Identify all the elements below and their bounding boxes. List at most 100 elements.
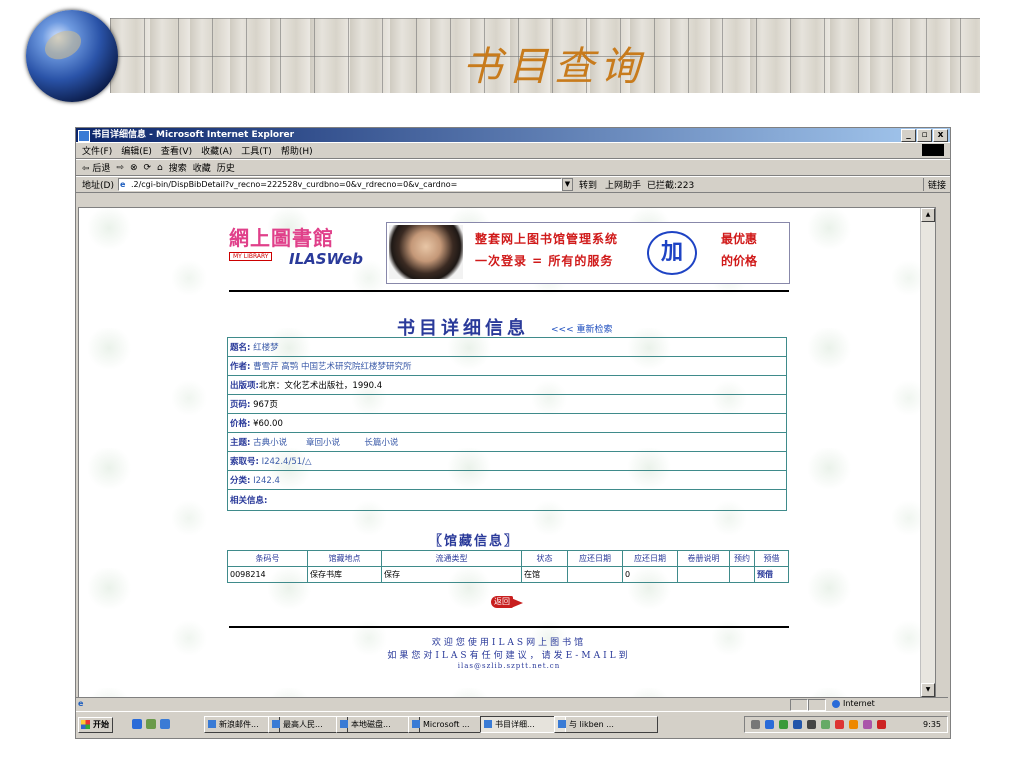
title-label: 题名: bbox=[230, 343, 251, 353]
title-value: 红楼梦 bbox=[253, 343, 279, 353]
start-button[interactable]: 开始 bbox=[78, 717, 113, 733]
menu-edit[interactable]: 编辑(E) bbox=[121, 144, 152, 157]
window-titlebar[interactable]: 书目详细信息 - Microsoft Internet Explorer _ ▫… bbox=[76, 128, 950, 142]
status-cell bbox=[790, 699, 808, 711]
table-row: 分类: I242.4 bbox=[227, 470, 787, 490]
publisher-label: 出版项: bbox=[230, 381, 259, 391]
back-button[interactable]: ⇦ 后退 bbox=[82, 161, 110, 174]
ad-banner[interactable]: 整套网上图书馆管理系统 一次登录 = 所有的服务 加 最优惠 的价格 bbox=[386, 222, 790, 284]
security-zone: Internet bbox=[832, 698, 875, 710]
col-volume-note: 卷册说明 bbox=[677, 550, 730, 567]
tray-app-icon[interactable] bbox=[793, 720, 802, 729]
ad-line1: 整套网上图书馆管理系统 bbox=[475, 232, 619, 246]
holdings-header-row: 条码号 馆藏地点 流通类型 状态 应还日期 应还日期 卷册说明 预约 预借 bbox=[227, 550, 789, 567]
desktop-quicklaunch-icon[interactable] bbox=[160, 719, 170, 729]
subject-1[interactable]: 古典小说 bbox=[253, 438, 287, 448]
cell-due-date-2: 0 bbox=[622, 566, 678, 583]
table-row: 作者: 曹雪芹 高鹗 中国艺术研究院红楼梦研究所 bbox=[227, 356, 787, 376]
menu-view[interactable]: 查看(V) bbox=[161, 144, 192, 157]
volume-icon[interactable] bbox=[751, 720, 760, 729]
status-cell bbox=[808, 699, 826, 711]
col-preborrow: 预借 bbox=[754, 550, 789, 567]
address-input[interactable]: .2/cgi-bin/DispBibDetail?v_recno=222528v… bbox=[117, 178, 562, 191]
divider-bottom bbox=[229, 626, 789, 628]
return-label: 返回 bbox=[491, 596, 513, 608]
tray-app-icon[interactable] bbox=[779, 720, 788, 729]
address-label: 地址(D) bbox=[82, 181, 114, 191]
slide-banner: 书目查询 bbox=[0, 0, 1024, 110]
col-circulation-type: 流通类型 bbox=[381, 550, 522, 567]
col-due-date-2: 应还日期 bbox=[622, 550, 678, 567]
menu-file[interactable]: 文件(F) bbox=[82, 144, 112, 157]
menu-tools[interactable]: 工具(T) bbox=[241, 144, 272, 157]
address-dropdown-icon[interactable]: ▼ bbox=[561, 178, 573, 191]
menu-help[interactable]: 帮助(H) bbox=[281, 144, 313, 157]
re-search-link[interactable]: <<< 重新检索 bbox=[551, 322, 612, 335]
page-content: ▲ ▼ 網上圖書館 MY LIBRARY ILASWeb 整套网上图书馆管理系统… bbox=[78, 207, 936, 698]
cell-volume-note bbox=[677, 566, 730, 583]
clock: 9:35 bbox=[923, 720, 941, 729]
popup-blocked-counter[interactable]: 已拦截:223 bbox=[647, 178, 694, 191]
divider-top bbox=[229, 290, 789, 292]
subject-2[interactable]: 章回小说 bbox=[306, 438, 340, 448]
taskbar-likben-chat[interactable]: 与 likben ... bbox=[554, 716, 658, 733]
cell-status: 在馆 bbox=[521, 566, 568, 583]
author-value[interactable]: 曹雪芹 高鹗 中国艺术研究院红楼梦研究所 bbox=[253, 362, 411, 372]
col-due-date: 应还日期 bbox=[567, 550, 623, 567]
library-logo[interactable]: 網上圖書館 MY LIBRARY ILASWeb bbox=[229, 222, 363, 278]
class-label: 分类: bbox=[230, 476, 251, 486]
holdings-title: 〖馆藏信息〗 bbox=[429, 534, 520, 549]
logo-ilasweb: ILASWeb bbox=[289, 250, 364, 268]
book-info-table: 题名: 红楼梦 作者: 曹雪芹 高鹗 中国艺术研究院红楼梦研究所 出版项:北京：… bbox=[227, 337, 787, 511]
footer-email[interactable]: ilas@szlib.szptt.net.cn bbox=[229, 662, 789, 670]
ime-icon[interactable] bbox=[877, 720, 886, 729]
ie-quicklaunch-icon[interactable] bbox=[132, 719, 142, 729]
close-button[interactable]: x bbox=[933, 129, 948, 142]
ad-right1: 最优惠 bbox=[721, 232, 758, 246]
logo-english: MY LIBRARY bbox=[229, 252, 273, 261]
favorites-button[interactable]: 收藏 bbox=[193, 161, 211, 174]
go-button[interactable]: 转到 bbox=[579, 178, 597, 191]
scroll-down-icon[interactable]: ▼ bbox=[921, 683, 935, 697]
links-button[interactable]: 链接 bbox=[922, 178, 946, 191]
callno-label: 索取号: bbox=[230, 457, 259, 467]
tray-app-icon[interactable] bbox=[807, 720, 816, 729]
minimize-button[interactable]: _ bbox=[901, 129, 916, 142]
network-icon[interactable] bbox=[765, 720, 774, 729]
tray-app-icon[interactable] bbox=[821, 720, 830, 729]
qq-icon[interactable] bbox=[849, 720, 858, 729]
tray-app-icon[interactable] bbox=[835, 720, 844, 729]
table-row: 页码: 967页 bbox=[227, 394, 787, 414]
subject-3[interactable]: 长篇小说 bbox=[364, 438, 398, 448]
ad-right2: 的价格 bbox=[721, 254, 758, 268]
scroll-up-icon[interactable]: ▲ bbox=[921, 208, 935, 222]
cell-circulation-type: 保存 bbox=[381, 566, 522, 583]
callno-value: I242.4/51/△ bbox=[261, 457, 312, 467]
history-button[interactable]: 历史 bbox=[217, 161, 235, 174]
forward-button[interactable]: ⇨ bbox=[116, 163, 124, 173]
globe-icon bbox=[26, 10, 118, 102]
related-label: 相关信息: bbox=[230, 496, 268, 506]
home-button[interactable]: ⌂ bbox=[157, 163, 163, 173]
menu-favorites[interactable]: 收藏(A) bbox=[201, 144, 232, 157]
table-row: 价格: ¥60.00 bbox=[227, 413, 787, 433]
ie-status-icon: e bbox=[78, 699, 84, 708]
vertical-scrollbar[interactable]: ▲ ▼ bbox=[920, 208, 935, 697]
return-button[interactable]: 返回 bbox=[491, 595, 525, 609]
taskbar: 开始 新浪邮件... 最高人民... 本地磁盘... Microsoft ...… bbox=[76, 711, 950, 737]
maximize-button[interactable]: ▫ bbox=[917, 129, 932, 142]
author-label: 作者: bbox=[230, 362, 251, 372]
outlook-quicklaunch-icon[interactable] bbox=[146, 719, 156, 729]
ad-photo bbox=[389, 225, 463, 279]
helper-button[interactable]: 上网助手 bbox=[605, 178, 641, 191]
address-bar: 地址(D) .2/cgi-bin/DispBibDetail?v_recno=2… bbox=[76, 176, 950, 193]
preborrow-link[interactable]: 预借 bbox=[754, 566, 789, 583]
stop-button[interactable]: ⊗ bbox=[130, 163, 138, 173]
system-tray: 9:35 bbox=[744, 716, 948, 733]
refresh-button[interactable]: ⟳ bbox=[144, 163, 152, 173]
menu-bar: 文件(F) 编辑(E) 查看(V) 收藏(A) 工具(T) 帮助(H) bbox=[76, 142, 950, 159]
logo-chinese: 網上圖書館 bbox=[229, 226, 334, 250]
table-row: 0098214 保存书库 保存 在馆 0 预借 bbox=[227, 566, 789, 583]
pen-icon[interactable] bbox=[863, 720, 872, 729]
search-button[interactable]: 搜索 bbox=[169, 161, 187, 174]
